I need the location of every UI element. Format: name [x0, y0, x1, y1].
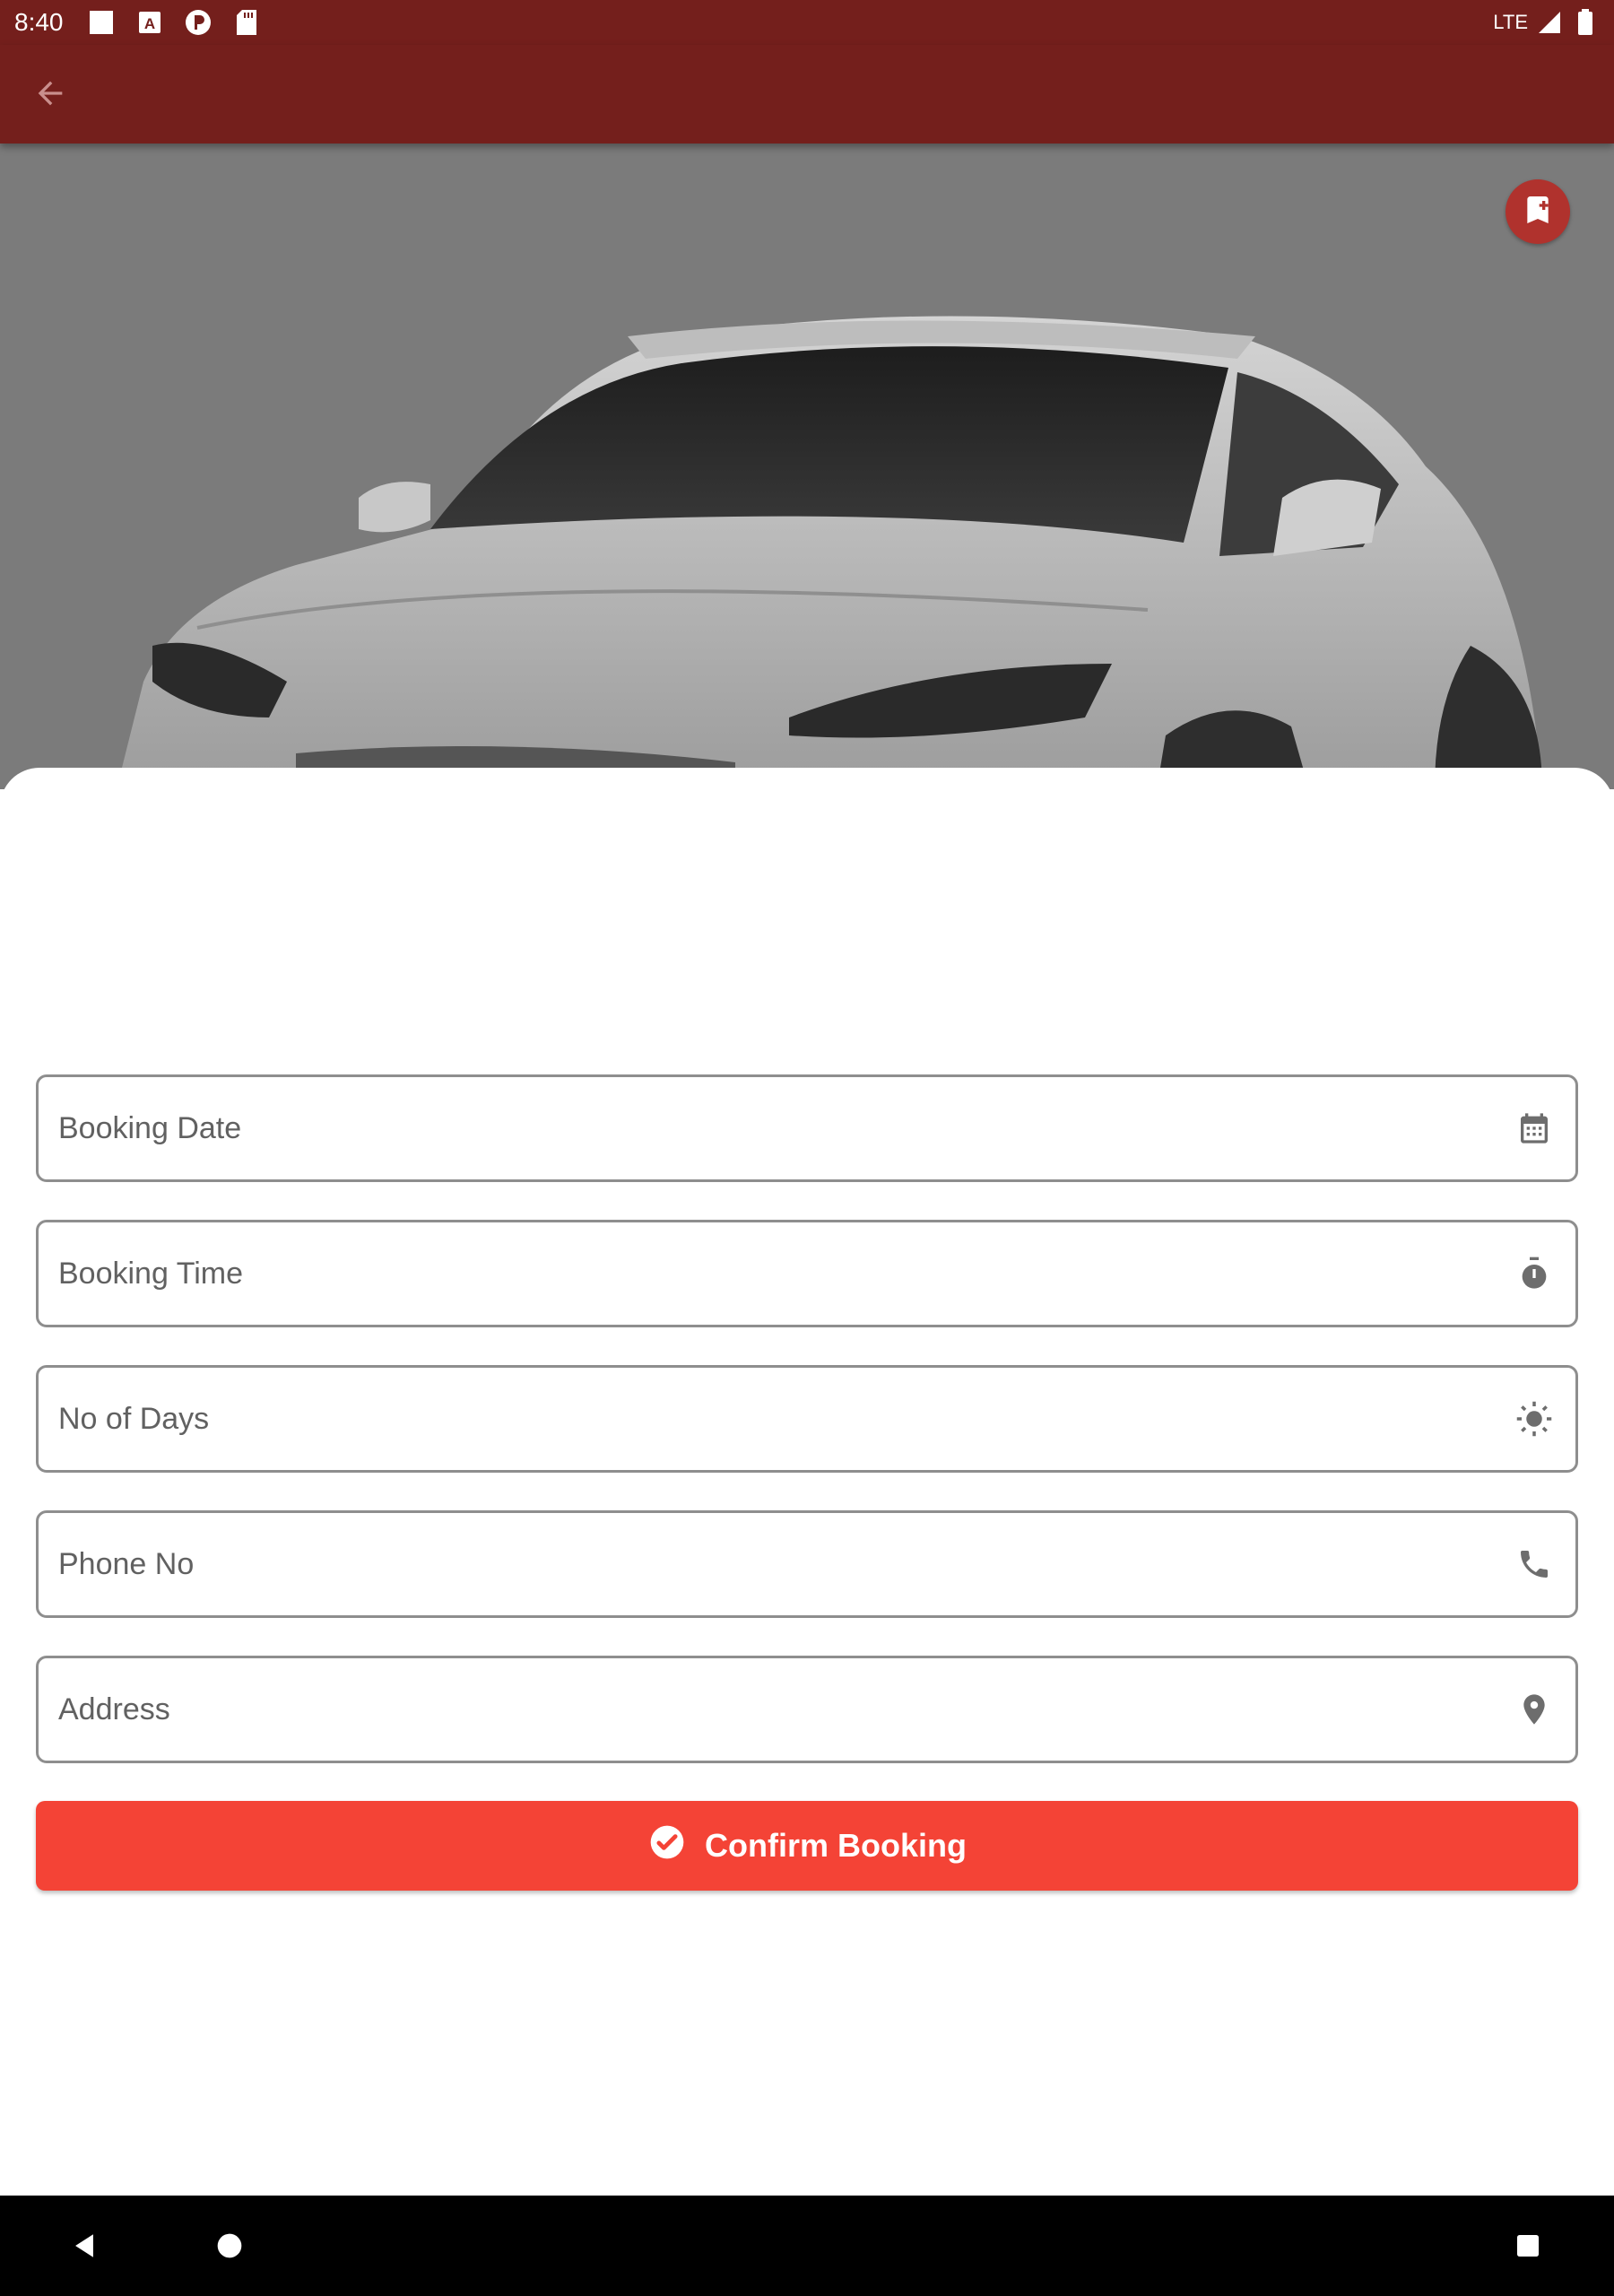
check-circle-icon	[647, 1822, 687, 1870]
battery-icon	[1571, 8, 1600, 37]
font-icon: A	[135, 8, 164, 37]
arrow-back-icon	[32, 75, 68, 116]
booking-sheet: Confirm Booking	[0, 768, 1614, 2196]
nav-back-icon[interactable]	[59, 2221, 109, 2271]
timer-icon[interactable]	[1507, 1247, 1561, 1300]
booking-screen: 8:40 A LTE Booking Date Booking Time No …	[0, 0, 1614, 2296]
sd-card-icon	[232, 8, 261, 37]
system-nav-bar	[0, 2196, 1614, 2296]
white-square-icon	[87, 8, 116, 37]
status-bar: 8:40 A LTE	[0, 0, 1614, 45]
address-input[interactable]	[39, 1658, 1507, 1761]
confirm-booking-button[interactable]: Confirm Booking	[36, 1801, 1578, 1891]
status-left: 8:40 A	[14, 8, 261, 37]
phone-icon[interactable]	[1507, 1537, 1561, 1591]
status-time: 8:40	[14, 8, 64, 36]
back-button[interactable]	[23, 68, 77, 122]
location-pin-icon[interactable]	[1507, 1683, 1561, 1736]
bookmark-add-icon	[1520, 192, 1556, 232]
status-right: LTE	[1493, 8, 1600, 37]
sun-icon[interactable]	[1507, 1392, 1561, 1446]
booking-date-field[interactable]	[36, 1074, 1578, 1182]
booking-date-input[interactable]	[39, 1077, 1507, 1179]
address-field[interactable]	[36, 1656, 1578, 1763]
booking-time-input[interactable]	[39, 1222, 1507, 1325]
no-of-days-field[interactable]	[36, 1365, 1578, 1473]
nav-home-icon[interactable]	[204, 2221, 255, 2271]
nav-recents-icon[interactable]	[1503, 2221, 1553, 2271]
bookmark-add-button[interactable]	[1506, 179, 1570, 244]
booking-time-field[interactable]	[36, 1220, 1578, 1327]
network-type: LTE	[1493, 11, 1528, 33]
calendar-icon[interactable]	[1507, 1101, 1561, 1155]
phone-no-input[interactable]	[39, 1513, 1507, 1615]
no-of-days-input[interactable]	[39, 1368, 1507, 1470]
svg-text:A: A	[143, 15, 154, 32]
car-image	[0, 144, 1614, 789]
signal-icon	[1535, 8, 1564, 37]
circle-p-icon	[184, 8, 213, 37]
phone-no-field[interactable]	[36, 1510, 1578, 1618]
app-bar	[0, 45, 1614, 144]
confirm-booking-label: Confirm Booking	[705, 1827, 967, 1864]
